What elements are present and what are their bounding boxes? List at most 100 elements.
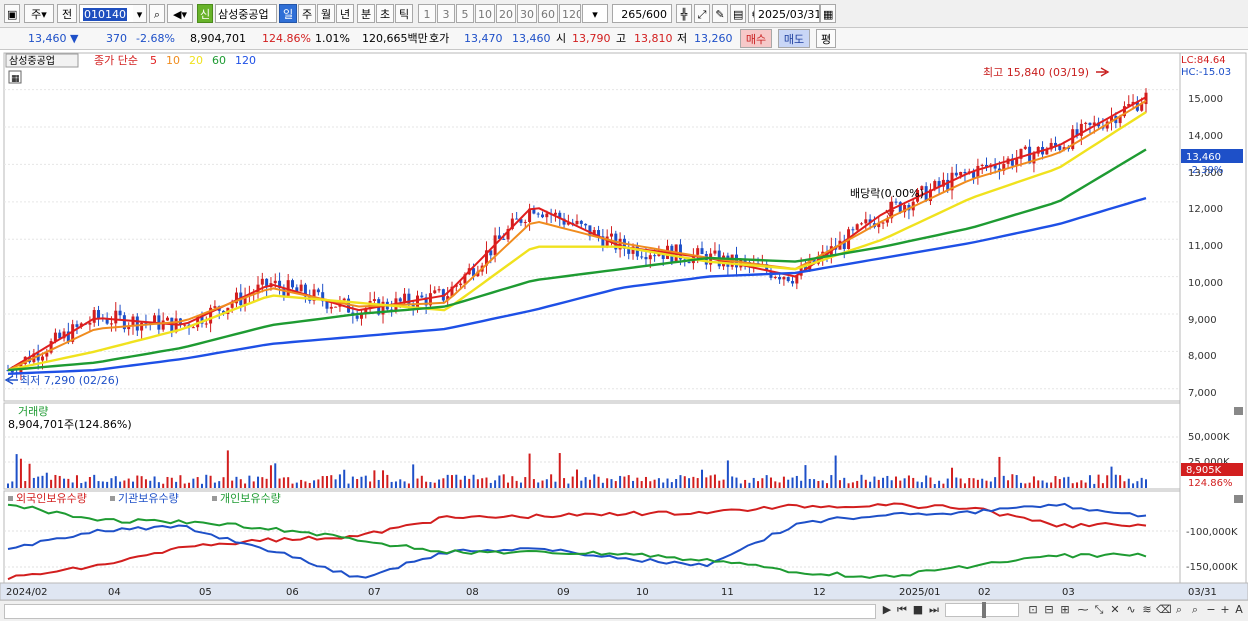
x-label-04: 04 bbox=[108, 587, 121, 598]
dividend-annotation: 배당락(0.00%) bbox=[850, 187, 924, 200]
trend-tool-icon[interactable]: ⤡ bbox=[1092, 603, 1106, 617]
volume-bar bbox=[847, 483, 850, 488]
volume-bar bbox=[938, 480, 941, 488]
font-size-icon[interactable]: A bbox=[1232, 603, 1246, 617]
save-icon[interactable]: ▤ bbox=[730, 4, 746, 23]
tab-minute[interactable]: 분 bbox=[357, 4, 375, 23]
candle-icon[interactable]: ╬ bbox=[676, 4, 692, 23]
volume-bar bbox=[657, 478, 660, 488]
volume-panel-close-icon[interactable] bbox=[1234, 407, 1243, 415]
volume-bar bbox=[274, 463, 277, 488]
candle-body bbox=[963, 171, 967, 174]
date-input[interactable]: 2025/03/31 bbox=[754, 4, 820, 23]
volume-bar bbox=[334, 479, 337, 488]
cross-tool-icon[interactable]: ✕ bbox=[1108, 603, 1122, 617]
calendar-icon[interactable]: ▦ bbox=[820, 4, 836, 23]
fib-tool-icon[interactable]: ≋ bbox=[1140, 603, 1154, 617]
volume-bar bbox=[63, 478, 66, 488]
volume-bar bbox=[80, 483, 83, 488]
volume-bar bbox=[882, 477, 885, 488]
wave-tool-icon[interactable]: ∿ bbox=[1124, 603, 1138, 617]
tab-week[interactable]: 주 bbox=[298, 4, 316, 23]
line-tool-icon[interactable]: ⁓ bbox=[1076, 603, 1090, 617]
volume-bar bbox=[976, 479, 979, 488]
interval-30[interactable]: 30 bbox=[517, 4, 537, 23]
window-icon[interactable]: ▣ bbox=[4, 4, 20, 23]
volume-bar bbox=[244, 483, 247, 488]
rewind-icon[interactable]: ⏮ bbox=[895, 603, 909, 617]
x-label-02: 02 bbox=[978, 587, 991, 598]
interval-3[interactable]: 3 bbox=[437, 4, 455, 23]
current-price: 13,460 ▼ bbox=[28, 32, 79, 45]
candle-body bbox=[545, 213, 549, 218]
search-icon[interactable]: ⌕ bbox=[149, 4, 165, 23]
chevron-down-icon[interactable]: ▾ bbox=[133, 4, 147, 23]
count-input[interactable]: 265/600 bbox=[612, 4, 672, 23]
candle-body bbox=[773, 277, 777, 279]
interval-20[interactable]: 20 bbox=[496, 4, 516, 23]
candle-body bbox=[502, 238, 506, 240]
price-panel-stock-label: 삼성중공업 bbox=[9, 54, 55, 67]
volume-bar bbox=[912, 477, 915, 488]
volume-bar bbox=[541, 480, 544, 488]
zoom-icon[interactable]: ⤢ bbox=[694, 4, 710, 23]
speaker-icon[interactable]: ◀▾ bbox=[167, 4, 193, 23]
panel-add-icon[interactable]: ⊡ bbox=[1026, 603, 1040, 617]
interval-5[interactable]: 5 bbox=[456, 4, 474, 23]
stop-icon[interactable]: ■ bbox=[911, 603, 925, 617]
open-price: 13,790 bbox=[572, 32, 611, 45]
candle-body bbox=[1088, 122, 1092, 125]
panel-layout-icon[interactable]: ⊞ bbox=[1058, 603, 1072, 617]
fast-forward-icon[interactable]: ⏭ bbox=[927, 603, 941, 617]
interval-custom-select[interactable]: ▾ bbox=[582, 4, 608, 23]
sell-button[interactable]: 매도 bbox=[778, 29, 810, 48]
interval-10[interactable]: 10 bbox=[475, 4, 495, 23]
zoom-out-icon[interactable]: − bbox=[1204, 603, 1218, 617]
volume-bar bbox=[1067, 476, 1070, 488]
draw-icon[interactable]: ✎ bbox=[712, 4, 728, 23]
scroll-right-icon[interactable]: ▶ bbox=[880, 603, 894, 617]
zoom-plus-icon[interactable]: + bbox=[1218, 603, 1232, 617]
eval-button[interactable]: 평 bbox=[816, 29, 836, 48]
tab-day[interactable]: 일 bbox=[279, 4, 297, 23]
market-type-select[interactable]: 주▾ bbox=[24, 4, 54, 23]
candle-body bbox=[161, 320, 165, 330]
volume-bar bbox=[106, 481, 109, 488]
interval-120[interactable]: 120 bbox=[559, 4, 581, 23]
volume-bar bbox=[528, 453, 531, 488]
zoom-slider[interactable] bbox=[945, 602, 1019, 618]
volume-bar bbox=[188, 482, 191, 488]
holdings-panel-close-icon[interactable] bbox=[1234, 495, 1243, 503]
eraser-icon[interactable]: ⌫ bbox=[1156, 603, 1172, 617]
panel-split-icon[interactable]: ⊟ bbox=[1042, 603, 1056, 617]
count-current: 265 bbox=[621, 8, 643, 21]
volume-bar bbox=[791, 477, 794, 488]
period-type-select[interactable]: 전 bbox=[57, 4, 77, 23]
buy-button[interactable]: 매수 bbox=[740, 29, 772, 48]
scroll-track[interactable] bbox=[4, 604, 876, 619]
interval-1[interactable]: 1 bbox=[418, 4, 436, 23]
volume-bar bbox=[515, 480, 518, 488]
candle-body bbox=[416, 295, 420, 308]
tab-year[interactable]: 년 bbox=[336, 4, 354, 23]
volume-bar bbox=[1011, 474, 1014, 488]
tab-tick[interactable]: 틱 bbox=[395, 4, 413, 23]
chart-area[interactable]: 15,000 14,000 13,000 12,000 11,000 10,00… bbox=[0, 51, 1248, 600]
volume-bar bbox=[356, 479, 359, 488]
interval-60[interactable]: 60 bbox=[538, 4, 558, 23]
volume-bar bbox=[351, 476, 354, 488]
volume-bar bbox=[653, 479, 656, 488]
volume-bar bbox=[300, 479, 303, 488]
zoom-in-icon[interactable]: ⌕ bbox=[1188, 603, 1202, 617]
volume-bar bbox=[317, 479, 320, 488]
magnifier-icon[interactable]: ⌕ bbox=[1172, 603, 1186, 617]
tab-month[interactable]: 월 bbox=[317, 4, 335, 23]
tab-second[interactable]: 초 bbox=[376, 4, 394, 23]
price-change: 370 bbox=[106, 32, 127, 45]
zoom-slider-handle[interactable] bbox=[982, 602, 986, 618]
volume-bar bbox=[11, 481, 14, 488]
volume-bar bbox=[321, 476, 324, 488]
volume-bar bbox=[88, 476, 91, 488]
volume-bar bbox=[1032, 476, 1035, 488]
candle-body bbox=[325, 301, 329, 309]
